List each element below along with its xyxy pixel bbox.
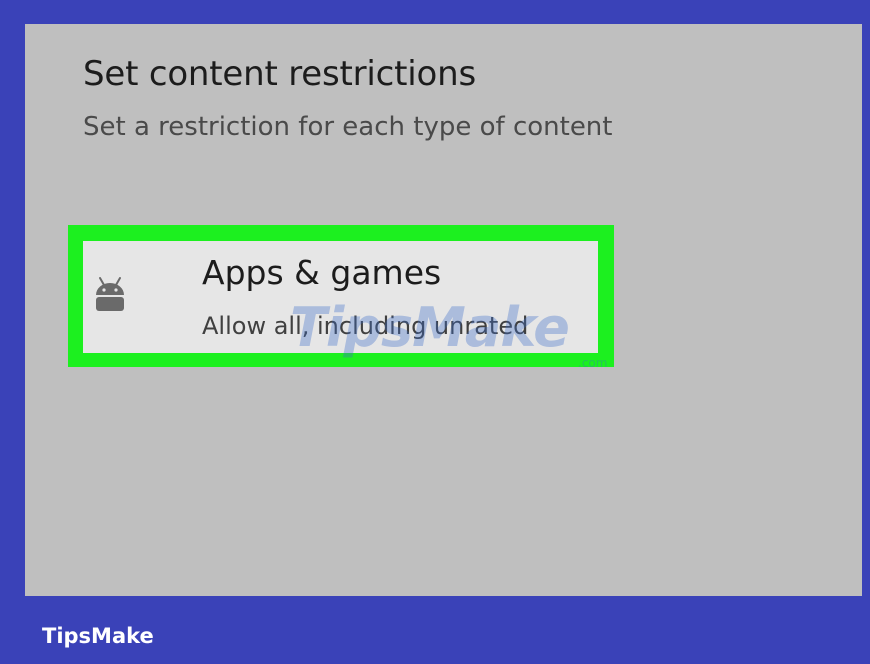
android-icon — [96, 277, 124, 311]
settings-screen: Set content restrictions Set a restricti… — [25, 24, 862, 596]
footer-brand: TipsMake — [42, 624, 154, 648]
list-item-apps-games[interactable]: Apps & games Allow all, including unrate… — [83, 241, 598, 353]
page-title: Set content restrictions — [83, 54, 476, 94]
item-subtitle: Allow all, including unrated — [202, 312, 529, 340]
item-title: Apps & games — [202, 253, 442, 292]
page-subtitle: Set a restriction for each type of conte… — [83, 112, 613, 142]
